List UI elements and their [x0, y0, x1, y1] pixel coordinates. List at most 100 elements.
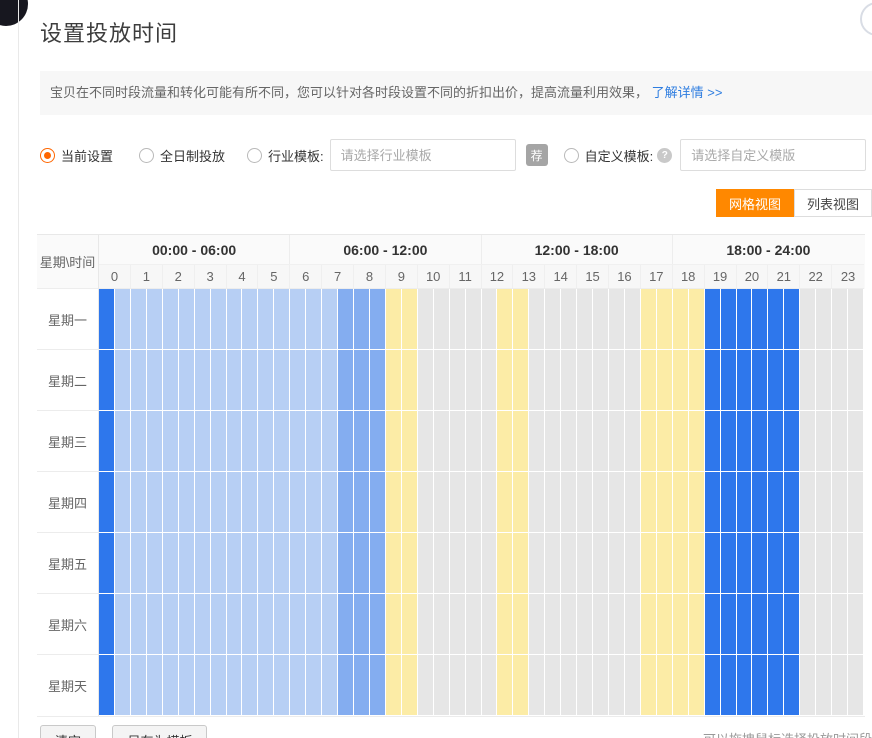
time-cell[interactable]	[338, 533, 354, 594]
time-cell[interactable]	[147, 472, 163, 533]
time-cell[interactable]	[242, 472, 258, 533]
time-cell[interactable]	[832, 411, 848, 472]
time-cell[interactable]	[227, 655, 243, 716]
time-cell[interactable]	[195, 350, 211, 411]
time-cell[interactable]	[800, 655, 816, 716]
time-cell[interactable]	[832, 289, 848, 350]
time-cell[interactable]	[450, 655, 466, 716]
time-cell[interactable]	[354, 594, 370, 655]
time-cell[interactable]	[274, 533, 290, 594]
time-cell[interactable]	[195, 472, 211, 533]
time-cell[interactable]	[466, 289, 482, 350]
time-cell[interactable]	[402, 594, 418, 655]
time-cell[interactable]	[625, 350, 641, 411]
time-cell[interactable]	[290, 533, 306, 594]
time-cell[interactable]	[705, 594, 721, 655]
time-cell[interactable]	[466, 350, 482, 411]
time-cell[interactable]	[322, 350, 338, 411]
time-cell[interactable]	[577, 655, 593, 716]
time-cell[interactable]	[816, 655, 832, 716]
time-cell[interactable]	[274, 411, 290, 472]
time-cell[interactable]	[577, 289, 593, 350]
time-cell[interactable]	[784, 289, 800, 350]
time-cell[interactable]	[386, 533, 402, 594]
time-cell[interactable]	[641, 594, 657, 655]
time-cell[interactable]	[816, 350, 832, 411]
time-cell[interactable]	[99, 350, 115, 411]
time-cell[interactable]	[784, 655, 800, 716]
time-cell[interactable]	[466, 533, 482, 594]
time-cell[interactable]	[768, 472, 784, 533]
time-cell[interactable]	[147, 350, 163, 411]
time-cell[interactable]	[545, 594, 561, 655]
time-cell[interactable]	[370, 289, 386, 350]
time-cell[interactable]	[99, 411, 115, 472]
time-cell[interactable]	[705, 472, 721, 533]
time-cell[interactable]	[609, 655, 625, 716]
time-cell[interactable]	[768, 350, 784, 411]
time-cell[interactable]	[274, 289, 290, 350]
time-cell[interactable]	[641, 655, 657, 716]
time-cell[interactable]	[752, 594, 768, 655]
time-cell[interactable]	[800, 411, 816, 472]
time-cell[interactable]	[386, 289, 402, 350]
time-cell[interactable]	[354, 472, 370, 533]
time-cell[interactable]	[768, 594, 784, 655]
time-cell[interactable]	[689, 594, 705, 655]
time-cell[interactable]	[322, 472, 338, 533]
time-cell[interactable]	[163, 533, 179, 594]
time-cell[interactable]	[609, 533, 625, 594]
time-cell[interactable]	[306, 655, 322, 716]
time-cell[interactable]	[577, 594, 593, 655]
grid-view-button[interactable]: 网格视图	[716, 189, 794, 217]
time-cell[interactable]	[752, 533, 768, 594]
time-cell[interactable]	[625, 411, 641, 472]
time-cell[interactable]	[752, 350, 768, 411]
time-cell[interactable]	[513, 350, 529, 411]
time-cell[interactable]	[752, 411, 768, 472]
time-cell[interactable]	[402, 411, 418, 472]
time-cell[interactable]	[609, 350, 625, 411]
time-cell[interactable]	[513, 289, 529, 350]
time-cell[interactable]	[370, 350, 386, 411]
time-cell[interactable]	[179, 533, 195, 594]
time-cell[interactable]	[227, 472, 243, 533]
time-cell[interactable]	[529, 350, 545, 411]
time-cell[interactable]	[545, 655, 561, 716]
time-cell[interactable]	[784, 533, 800, 594]
time-cell[interactable]	[179, 655, 195, 716]
time-cell[interactable]	[242, 533, 258, 594]
time-cell[interactable]	[625, 655, 641, 716]
time-cell[interactable]	[497, 289, 513, 350]
time-cell[interactable]	[768, 655, 784, 716]
time-cell[interactable]	[513, 411, 529, 472]
time-cell[interactable]	[434, 411, 450, 472]
time-cell[interactable]	[800, 594, 816, 655]
time-cell[interactable]	[450, 594, 466, 655]
time-cell[interactable]	[450, 289, 466, 350]
time-cell[interactable]	[211, 594, 227, 655]
time-cell[interactable]	[609, 289, 625, 350]
time-cell[interactable]	[593, 472, 609, 533]
time-cell[interactable]	[179, 289, 195, 350]
time-cell[interactable]	[211, 289, 227, 350]
time-cell[interactable]	[434, 350, 450, 411]
time-cell[interactable]	[338, 594, 354, 655]
time-cell[interactable]	[163, 594, 179, 655]
save-as-template-button[interactable]: 另存为模板	[112, 725, 207, 738]
time-cell[interactable]	[338, 411, 354, 472]
time-cell[interactable]	[147, 594, 163, 655]
time-cell[interactable]	[322, 594, 338, 655]
time-cell[interactable]	[306, 411, 322, 472]
time-cell[interactable]	[673, 411, 689, 472]
time-cell[interactable]	[545, 472, 561, 533]
time-cell[interactable]	[609, 594, 625, 655]
time-cell[interactable]	[545, 350, 561, 411]
time-cell[interactable]	[689, 472, 705, 533]
time-cell[interactable]	[322, 533, 338, 594]
time-cell[interactable]	[211, 411, 227, 472]
time-cell[interactable]	[258, 594, 274, 655]
time-cell[interactable]	[402, 533, 418, 594]
time-cell[interactable]	[274, 472, 290, 533]
time-cell[interactable]	[848, 533, 864, 594]
